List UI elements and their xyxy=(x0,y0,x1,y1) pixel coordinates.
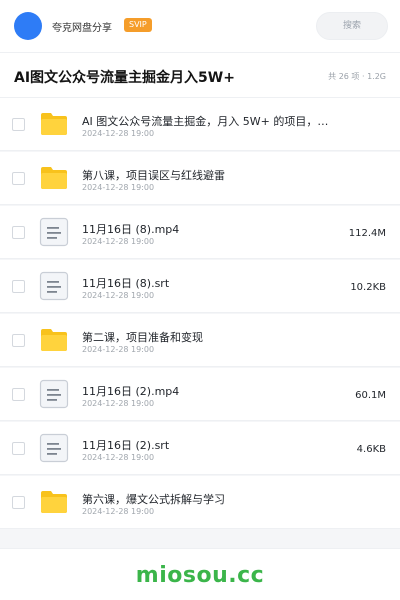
folder-icon xyxy=(39,109,69,139)
footer: miosou.cc xyxy=(0,548,400,600)
folder-header: AI图文公众号流量主掘金月入5W+ 共 26 项 · 1.2G xyxy=(0,52,400,98)
file-row[interactable]: 11月16日 (2).mp4 2024-12-28 19:00 60.1M xyxy=(0,368,400,421)
row-checkbox[interactable] xyxy=(12,388,25,401)
row-checkbox[interactable] xyxy=(12,334,25,347)
file-date: 2024-12-28 19:00 xyxy=(82,291,155,300)
file-size: 112.4M xyxy=(348,228,386,239)
file-date: 2024-12-28 19:00 xyxy=(82,345,155,354)
document-icon xyxy=(39,271,69,301)
file-name[interactable]: 11月16日 (2).mp4 xyxy=(82,383,332,399)
folder-meta: 共 26 项 · 1.2G xyxy=(328,72,386,81)
file-size: 4.6KB xyxy=(356,444,386,455)
svip-badge: SVIP xyxy=(124,18,152,32)
file-row[interactable]: 第二课，项目准备和变现 2024-12-28 19:00 xyxy=(0,314,400,367)
folder-icon xyxy=(39,487,69,517)
avatar[interactable] xyxy=(14,12,42,40)
document-icon xyxy=(39,217,69,247)
file-date: 2024-12-28 19:00 xyxy=(82,453,155,462)
folder-icon xyxy=(39,325,69,355)
top-bar: 夸克网盘分享 SVIP 搜索 xyxy=(0,0,400,52)
file-date: 2024-12-28 19:00 xyxy=(82,399,155,408)
row-checkbox[interactable] xyxy=(12,172,25,185)
file-name[interactable]: 11月16日 (2).srt xyxy=(82,437,332,453)
row-checkbox[interactable] xyxy=(12,442,25,455)
file-size: 10.2KB xyxy=(350,282,386,293)
file-date: 2024-12-28 19:00 xyxy=(82,507,155,516)
folder-icon xyxy=(39,163,69,193)
file-row[interactable]: AI 图文公众号流量主掘金，月入 5W+ 的项目，… 2024-12-28 19:… xyxy=(0,98,400,151)
file-row[interactable]: 11月16日 (2).srt 2024-12-28 19:00 4.6KB xyxy=(0,422,400,475)
file-date: 2024-12-28 19:00 xyxy=(82,183,155,192)
file-name[interactable]: AI 图文公众号流量主掘金，月入 5W+ 的项目，… xyxy=(82,113,332,129)
search-input[interactable]: 搜索 xyxy=(316,12,388,40)
document-icon xyxy=(39,379,69,409)
row-checkbox[interactable] xyxy=(12,280,25,293)
file-row[interactable]: 11月16日 (8).mp4 2024-12-28 19:00 112.4M xyxy=(0,206,400,259)
file-size: 60.1M xyxy=(355,390,386,401)
share-username: 夸克网盘分享 xyxy=(52,23,112,34)
file-name[interactable]: 第八课，项目误区与红线避雷 xyxy=(82,167,332,183)
row-checkbox[interactable] xyxy=(12,496,25,509)
page-title: AI图文公众号流量主掘金月入5W+ xyxy=(14,70,235,86)
file-row[interactable]: 11月16日 (8).srt 2024-12-28 19:00 10.2KB xyxy=(0,260,400,313)
file-name[interactable]: 第二课，项目准备和变现 xyxy=(82,329,332,345)
file-row[interactable]: 第八课，项目误区与红线避雷 2024-12-28 19:00 xyxy=(0,152,400,205)
row-checkbox[interactable] xyxy=(12,226,25,239)
file-date: 2024-12-28 19:00 xyxy=(82,237,155,246)
file-name[interactable]: 第六课，爆文公式拆解与学习 xyxy=(82,491,332,507)
watermark-text: miosou.cc xyxy=(135,563,265,588)
file-row[interactable]: 第六课，爆文公式拆解与学习 2024-12-28 19:00 xyxy=(0,476,400,529)
row-checkbox[interactable] xyxy=(12,118,25,131)
document-icon xyxy=(39,433,69,463)
file-name[interactable]: 11月16日 (8).mp4 xyxy=(82,221,332,237)
file-date: 2024-12-28 19:00 xyxy=(82,129,155,138)
file-name[interactable]: 11月16日 (8).srt xyxy=(82,275,332,291)
